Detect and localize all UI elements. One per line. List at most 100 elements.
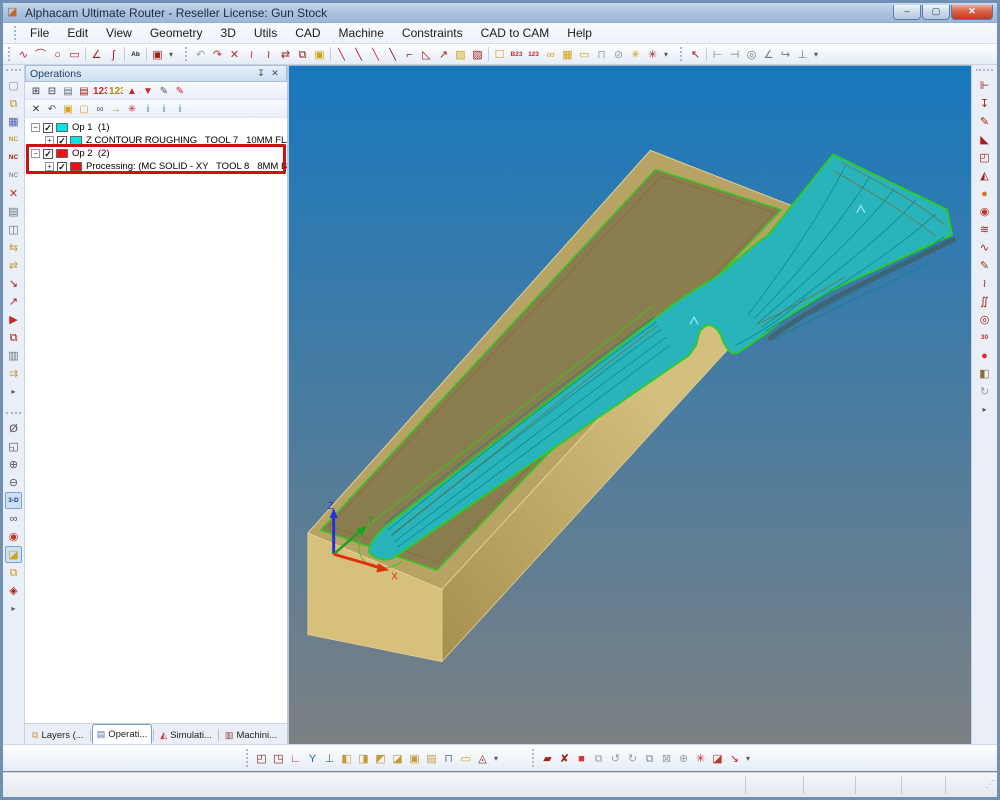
page-setup-icon[interactable]: ▥ [5,347,22,364]
open-nc-icon[interactable]: NC [5,131,22,148]
simulate-solid-icon[interactable]: ◪ [709,750,726,767]
expand-icon[interactable]: + [45,136,54,145]
close-icon[interactable]: ✕ [268,68,282,79]
zoom-extents-icon[interactable]: ◱ [5,438,22,455]
view-orbit-icon[interactable]: ∞ [5,510,22,527]
chevron-down-icon[interactable]: ▾ [166,46,176,63]
maximize-button[interactable]: ▢ [922,5,950,20]
open-box-icon[interactable]: ☐ [491,46,508,63]
multi-edit-icon[interactable]: ✎ [172,83,188,99]
insert-operation-icon[interactable]: ⊞ [28,83,44,99]
number-b23-icon[interactable]: B23 [508,46,525,63]
operation-row[interactable]: −✓Op 2 (2) [25,147,287,160]
renumber-icon[interactable]: 123 [92,83,108,99]
undo-operation-icon[interactable]: ↶ [44,101,60,117]
iso-view-2-icon[interactable]: ◨ [355,750,372,767]
open-project-icon[interactable]: ⧉ [5,329,22,346]
tool-display-icon[interactable]: ✳ [692,750,709,767]
viewport-3d[interactable]: Z Y X [289,65,971,744]
update-operations-icon[interactable]: ✳ [124,101,140,117]
move-up-icon[interactable]: ▲ [124,83,140,99]
triad-world-icon[interactable]: Y [304,750,321,767]
offset-icon[interactable]: ↗ [435,46,452,63]
find-operation-icon[interactable]: ∞ [92,101,108,117]
redo-icon[interactable]: ↷ [209,46,226,63]
save-icon[interactable]: ▦ [5,113,22,130]
chamfer-icon[interactable]: ◺ [418,46,435,63]
measure-perpendicular-icon[interactable]: ⊥ [794,46,811,63]
measure-mid-icon[interactable]: ⊣ [726,46,743,63]
plan-view-icon[interactable]: ⊓ [440,750,457,767]
chevron-more-icon[interactable]: ▸ [980,401,990,418]
radial-mill-icon[interactable]: ◎ [976,311,993,328]
open-drawing-icon[interactable]: ⧉ [5,95,22,112]
new-drawing-icon[interactable]: ▢ [5,77,22,94]
menu-item-help[interactable]: Help [558,24,601,42]
iso-view-6-icon[interactable]: ▤ [423,750,440,767]
stop-sim-icon[interactable]: ● [976,347,993,364]
operation-info-icon[interactable]: i [156,101,172,117]
project-flat-icon[interactable]: ⊓ [593,46,610,63]
shaded-view-icon[interactable]: ◪ [5,546,22,563]
print-preview-icon[interactable]: ◫ [5,221,22,238]
record-icon[interactable]: ■ [573,750,590,767]
import-file-icon[interactable]: ⇆ [5,239,22,256]
rotate-left-icon[interactable]: ↺ [607,750,624,767]
tab-layers[interactable]: ⧉Layers (... [27,726,89,744]
view-3d-icon[interactable]: 3-D [5,492,22,509]
triad-work-icon[interactable]: ⊥ [321,750,338,767]
list-order-icon[interactable]: ▤ [60,83,76,99]
transfer-icon[interactable]: ⇉ [5,365,22,382]
c30-icon[interactable]: 30 [976,329,993,346]
surface-machine-icon[interactable]: ◉ [976,203,993,220]
strike-icon[interactable]: ⊘ [610,46,627,63]
toolpath-row[interactable]: +✓Processing: (MC SOLID - XY TOOL 8 8MM … [25,160,287,173]
explode-all-icon[interactable]: ✳ [644,46,661,63]
cpl-xy-icon[interactable]: ∟ [287,750,304,767]
operation-row[interactable]: −✓Op 1 (1) [25,121,287,134]
bound-box-icon[interactable]: ▣ [149,46,166,63]
flatland-icon[interactable]: ▭ [457,750,474,767]
menu-item-3d[interactable]: 3D [212,24,245,42]
chevron-more-icon[interactable]: ▸ [9,383,19,400]
chevron-more-icon[interactable]: ▸ [9,600,19,617]
image-icon[interactable]: ▣ [311,46,328,63]
measure-tangent-icon[interactable]: ↪ [777,46,794,63]
rough-machine-icon[interactable]: ◭ [976,167,993,184]
operation-checkbox[interactable]: ✓ [57,162,67,172]
operation-checkbox[interactable]: ✓ [43,149,53,159]
zoom-in-icon[interactable]: ⊕ [5,456,22,473]
delete-operation-icon[interactable]: ✕ [28,101,44,117]
paste-special-icon[interactable]: ⧉ [294,46,311,63]
stock-wire-icon[interactable]: ◳ [270,750,287,767]
unlock-icon[interactable]: ▢ [76,101,92,117]
operation-label[interactable]: Op 1 (1) [72,122,110,133]
parallel-finish-icon[interactable]: ≋ [976,221,993,238]
redraw-icon[interactable]: ◈ [5,582,22,599]
chevron-down-icon[interactable]: ▾ [491,750,501,767]
tab-operati[interactable]: ▤Operati... [92,724,153,744]
measure-length-icon[interactable]: ⊢ [709,46,726,63]
close-button[interactable]: ✕ [951,5,993,20]
operation-label[interactable]: Processing: (MC SOLID - XY TOOL 8 8MM BA… [86,161,287,172]
print-icon[interactable]: ▤ [5,203,22,220]
measure-angle-icon[interactable]: ∠ [760,46,777,63]
menu-item-cad[interactable]: CAD [286,24,329,42]
hatch-edit-icon[interactable]: ▨ [469,46,486,63]
chain-link-icon[interactable]: ∞ [542,46,559,63]
chevron-down-icon[interactable]: ▾ [661,46,671,63]
perspective-icon[interactable]: ◬ [474,750,491,767]
title-bar[interactable]: ◪ Alphacam Ultimate Router - Reseller Li… [3,3,997,23]
break-icon[interactable]: ╲ [350,46,367,63]
zoom-undo-icon[interactable]: Ø [5,420,22,437]
remove-operation-icon[interactable]: ⊟ [44,83,60,99]
delete-toolpath-icon[interactable]: ✘ [556,750,573,767]
explode-icon[interactable]: ✳ [627,46,644,63]
menu-item-cad-to-cam[interactable]: CAD to CAM [472,24,559,42]
move-copy-icon[interactable]: ⇄ [277,46,294,63]
iso-view-3-icon[interactable]: ◩ [372,750,389,767]
add-info-icon[interactable]: i [172,101,188,117]
menu-item-geometry[interactable]: Geometry [141,24,212,42]
extend-icon[interactable]: ╲ [367,46,384,63]
menu-item-constraints[interactable]: Constraints [393,24,472,42]
